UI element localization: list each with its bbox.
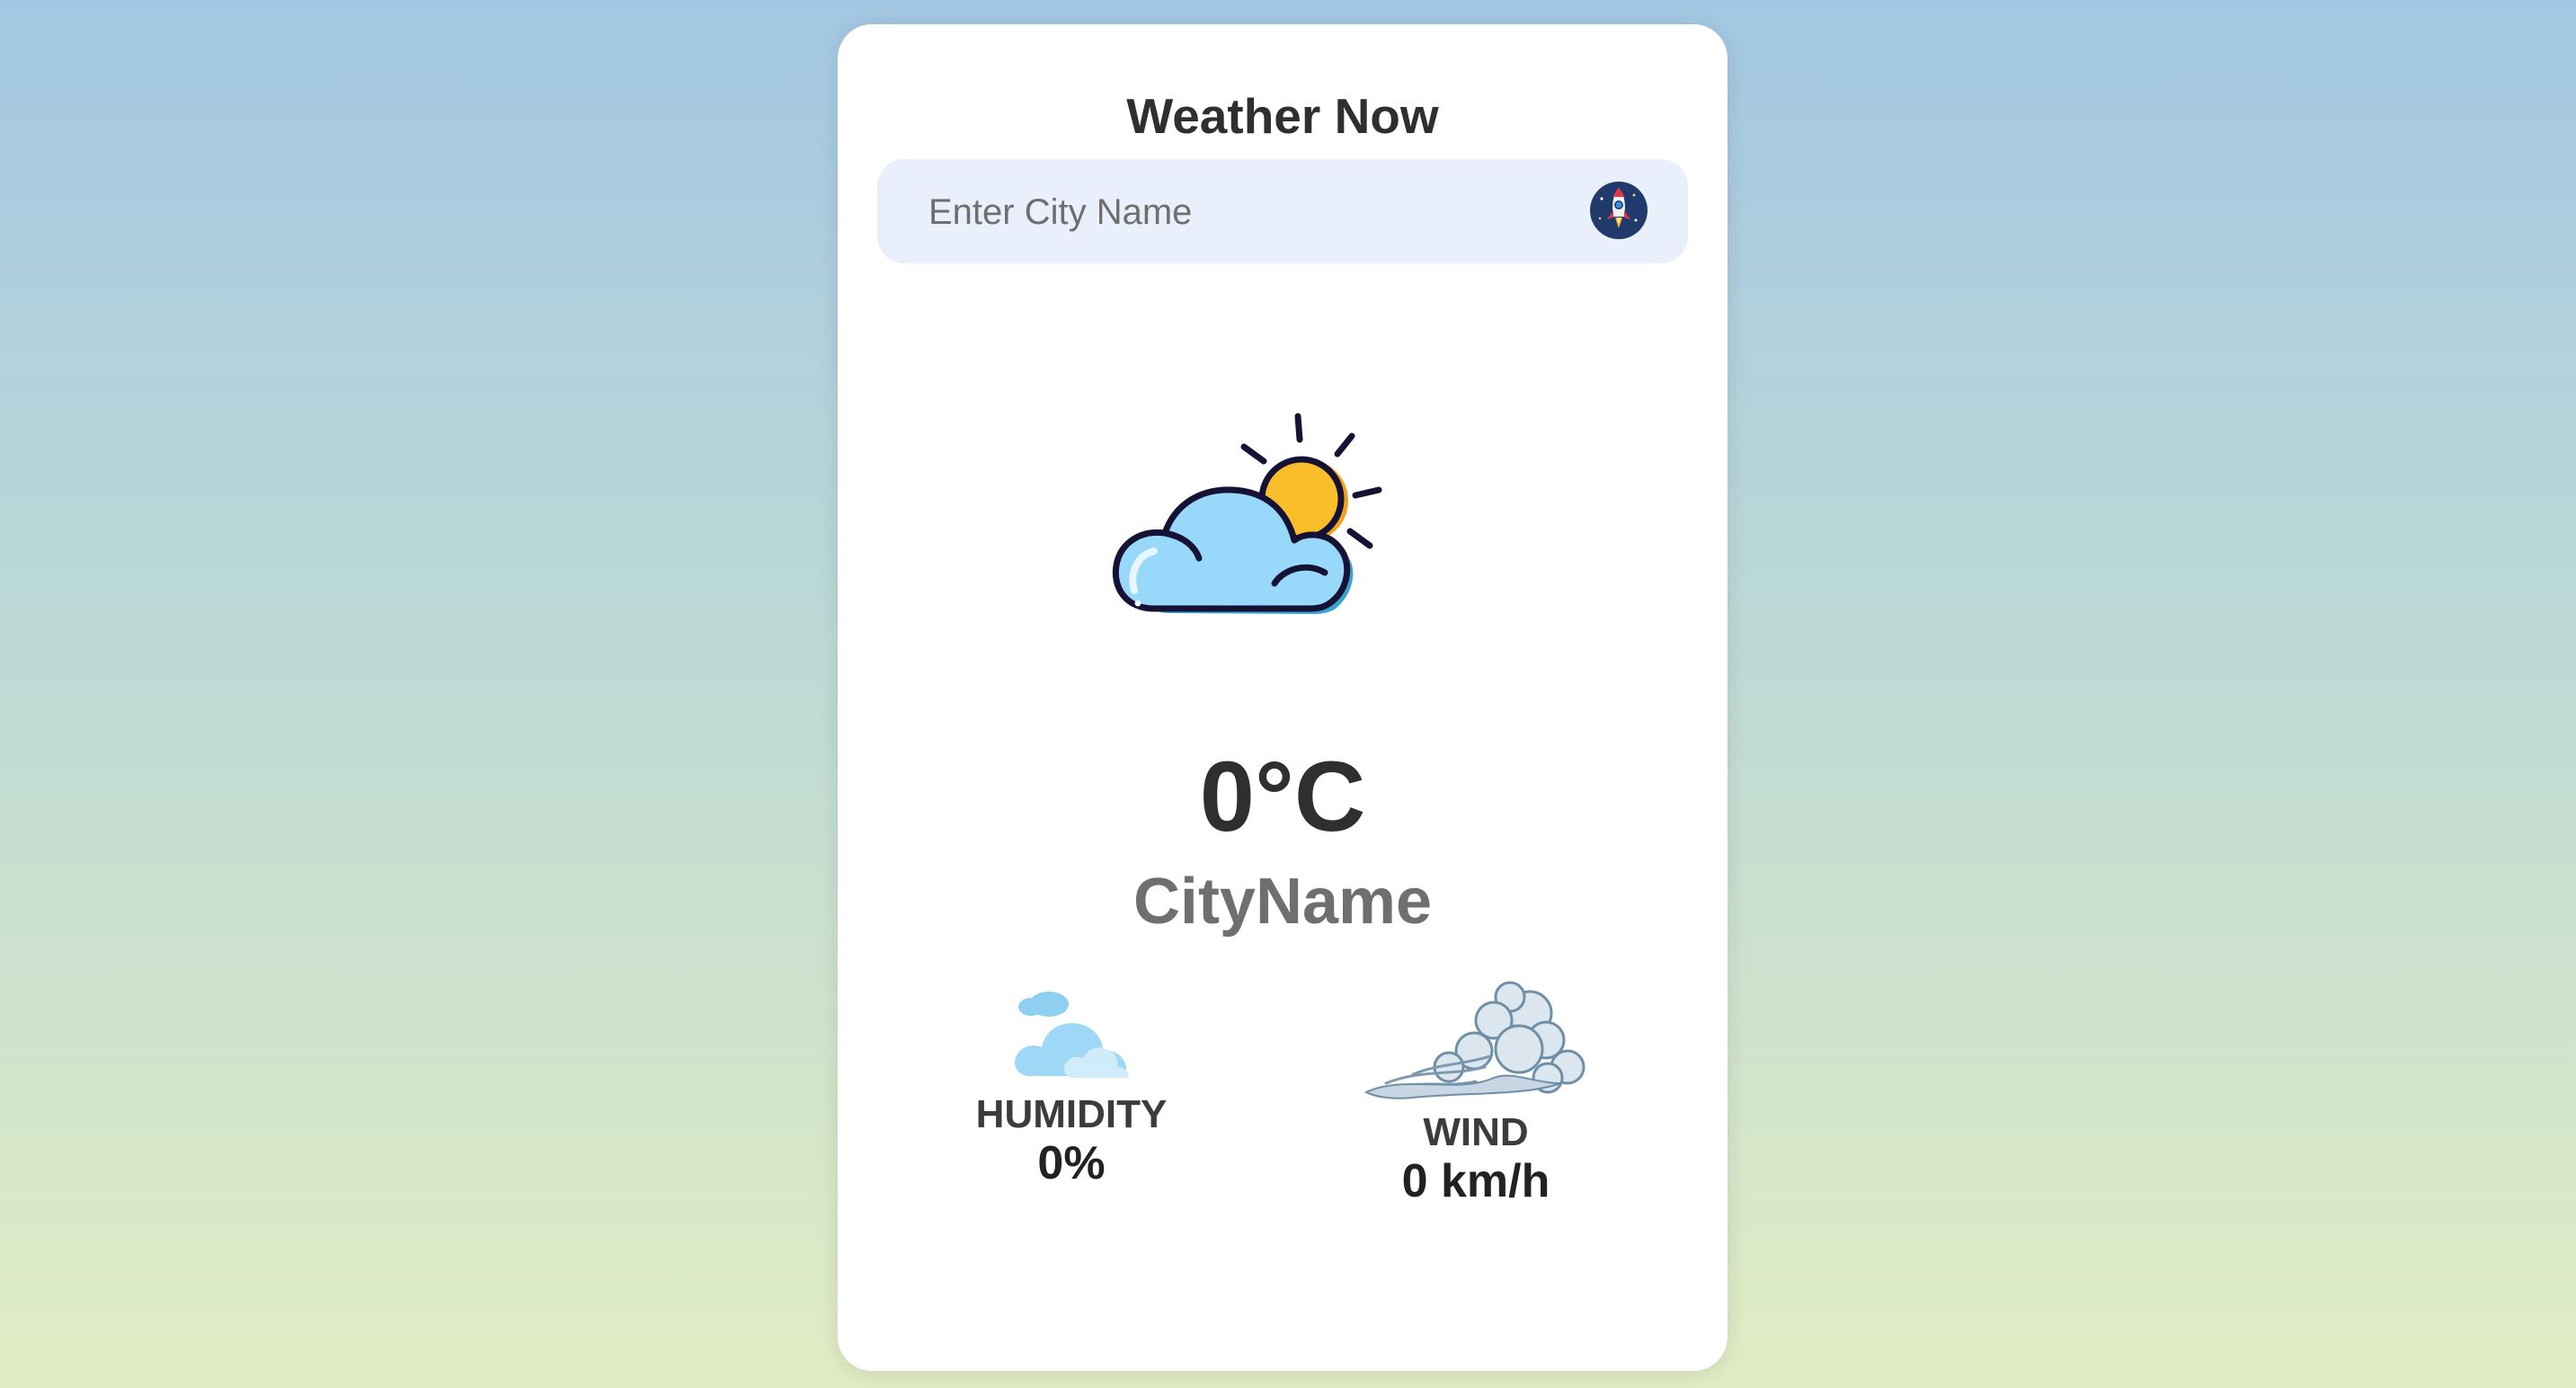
wind-value: 0 km/h — [1401, 1154, 1550, 1207]
app-title: Weather Now — [1126, 88, 1439, 144]
humidity-value: 0% — [1037, 1136, 1106, 1189]
wind-label: WIND — [1423, 1110, 1529, 1154]
humidity-cloud-icon — [1015, 992, 1129, 1078]
weather-card: Weather Now Enter City Name 0°C CityName… — [838, 24, 1728, 1371]
wind-section: WIND 0 km/h — [1296, 977, 1656, 1207]
wind-gust-icon — [1364, 981, 1586, 1099]
humidity-label: HUMIDITY — [975, 1092, 1168, 1136]
city-search-input[interactable] — [927, 159, 1577, 265]
temperature-value: 0°C — [1199, 742, 1366, 852]
partly-cloudy-icon — [1112, 413, 1382, 614]
rocket-icon — [1590, 182, 1648, 239]
search-bar — [877, 159, 1688, 265]
search-button[interactable] — [1589, 181, 1648, 240]
humidity-section: HUMIDITY 0% — [892, 977, 1251, 1189]
city-name: CityName — [1133, 866, 1433, 938]
